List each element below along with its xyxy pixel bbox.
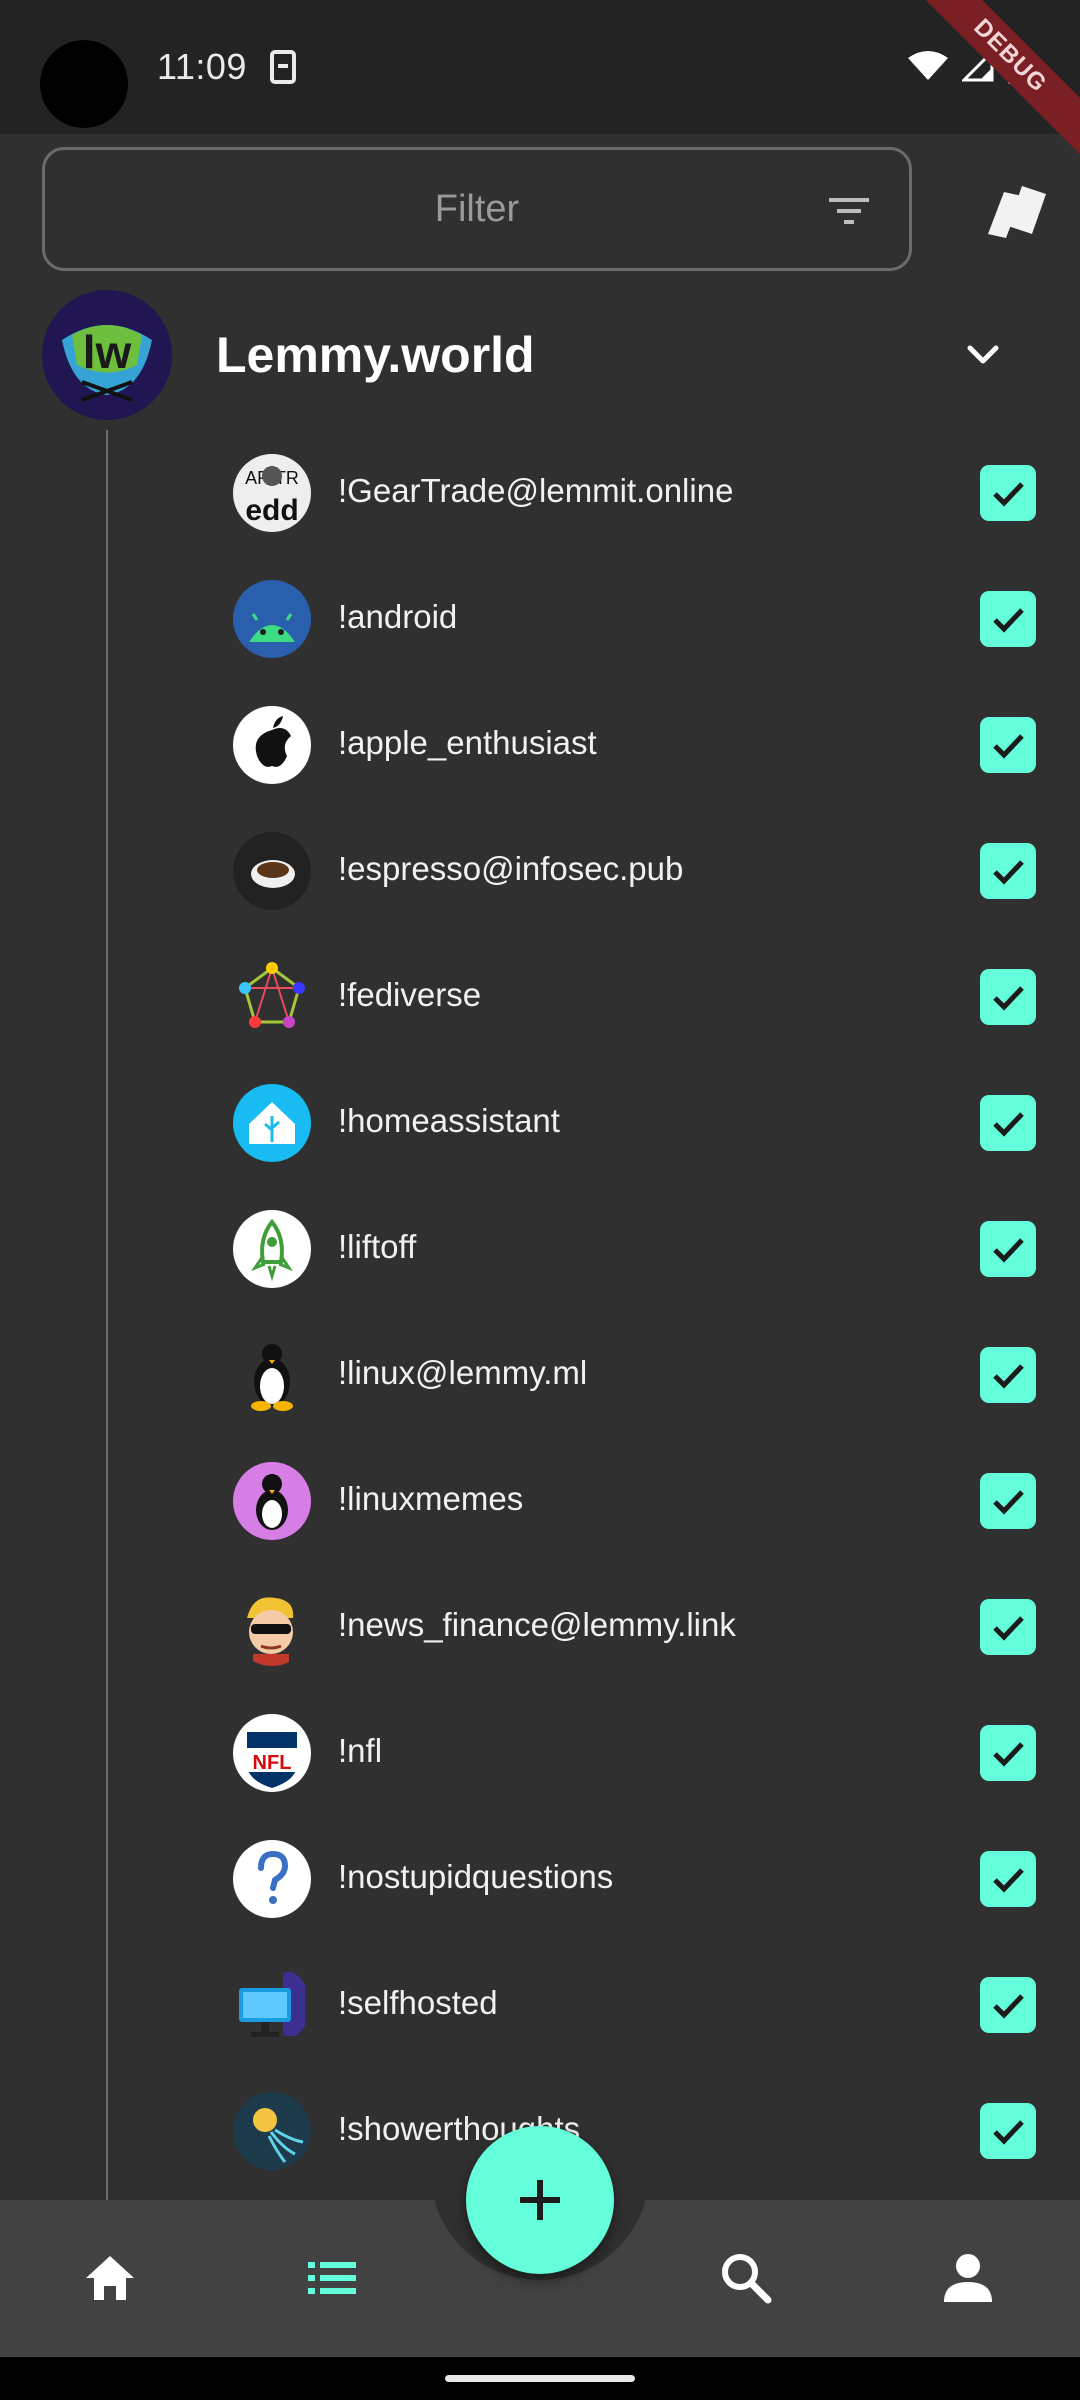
status-time: 11:09 xyxy=(157,46,247,87)
instance-name: Lemmy.world xyxy=(216,327,535,383)
checkbox[interactable] xyxy=(980,969,1036,1025)
lemmy-world-logo: lw xyxy=(42,290,172,420)
community-name: !nostupidquestions xyxy=(338,1858,614,1895)
showerthoughts-avatar xyxy=(233,2092,311,2170)
check-icon xyxy=(993,1490,1024,1515)
check-icon xyxy=(993,986,1024,1011)
list-item[interactable]: !android xyxy=(0,556,1080,682)
espresso-avatar xyxy=(233,832,311,910)
checkbox[interactable] xyxy=(980,1095,1036,1151)
camera-cutout xyxy=(40,40,128,128)
liftoff-avatar xyxy=(233,1210,311,1288)
check-icon xyxy=(993,1238,1024,1263)
community-name: !news_finance@lemmy.link xyxy=(338,1606,736,1643)
news-finance-avatar xyxy=(233,1588,311,1666)
list-item[interactable]: !selfhosted xyxy=(0,1942,1080,2068)
checkbox[interactable] xyxy=(980,465,1036,521)
community-name: !espresso@infosec.pub xyxy=(338,850,684,887)
check-icon xyxy=(993,1364,1024,1389)
community-name: !apple_enthusiast xyxy=(338,724,597,761)
check-icon xyxy=(993,1742,1024,1767)
add-button[interactable] xyxy=(466,2126,614,2274)
checkbox[interactable] xyxy=(980,1851,1036,1907)
status-bar: 11:09 DEBUG xyxy=(0,0,1080,163)
checkbox[interactable] xyxy=(980,1221,1036,1277)
community-name: !fediverse xyxy=(338,976,482,1013)
fediverse-avatar xyxy=(233,958,311,1036)
list-item[interactable]: !fediverse xyxy=(0,934,1080,1060)
chevron-down-icon[interactable] xyxy=(958,330,1008,380)
check-icon xyxy=(993,1868,1024,1893)
homeassistant-avatar xyxy=(233,1084,311,1162)
list-item[interactable]: AR TR edd !GearTrade@lemmit.online xyxy=(0,430,1080,556)
community-name: !linuxmemes xyxy=(338,1480,524,1517)
check-icon xyxy=(993,482,1024,507)
checkbox[interactable] xyxy=(980,591,1036,647)
home-icon[interactable] xyxy=(80,2248,140,2308)
svg-text:edd: edd xyxy=(245,494,298,527)
list-item[interactable]: !nostupidquestions xyxy=(0,1816,1080,1942)
gesture-handle[interactable] xyxy=(445,2375,635,2382)
check-icon xyxy=(993,860,1024,885)
instance-header[interactable]: lw Lemmy.world xyxy=(42,290,1052,420)
community-name: !android xyxy=(338,598,458,635)
question-avatar xyxy=(233,1840,311,1918)
checkbox[interactable] xyxy=(980,2103,1036,2159)
sim-icon xyxy=(270,50,296,84)
geartrade-avatar: AR TR edd xyxy=(233,454,311,532)
nfl-avatar: NFL xyxy=(233,1714,311,1792)
logo-text: lw xyxy=(83,326,132,378)
community-name: !liftoff xyxy=(338,1228,417,1265)
check-icon xyxy=(993,1616,1024,1641)
checkbox[interactable] xyxy=(980,1599,1036,1655)
check-icon xyxy=(993,1112,1024,1137)
check-icon xyxy=(993,2120,1024,2145)
checkbox[interactable] xyxy=(980,1473,1036,1529)
search-icon[interactable] xyxy=(716,2248,776,2308)
list-item[interactable]: !espresso@infosec.pub xyxy=(0,808,1080,934)
community-name: !linux@lemmy.ml xyxy=(338,1354,588,1391)
list-item[interactable]: !homeassistant xyxy=(0,1060,1080,1186)
cards-toggle-icon[interactable] xyxy=(982,178,1050,240)
wifi-icon xyxy=(908,51,948,80)
plus-icon xyxy=(520,2180,560,2220)
apple-avatar xyxy=(233,706,311,784)
filter-list-icon[interactable] xyxy=(829,196,869,226)
checkbox[interactable] xyxy=(980,843,1036,899)
check-icon xyxy=(993,1994,1024,2019)
linuxmemes-avatar xyxy=(233,1462,311,1540)
filter-field[interactable] xyxy=(42,147,912,271)
selfhosted-avatar xyxy=(233,1966,311,2044)
list-item[interactable]: !linuxmemes xyxy=(0,1438,1080,1564)
checkbox[interactable] xyxy=(980,717,1036,773)
check-icon xyxy=(993,734,1024,759)
community-name: !nfl xyxy=(338,1732,383,1769)
list-item[interactable]: NFL !nfl xyxy=(0,1690,1080,1816)
check-icon xyxy=(993,608,1024,633)
list-item[interactable]: !linux@lemmy.ml xyxy=(0,1312,1080,1438)
list-item[interactable]: !apple_enthusiast xyxy=(0,682,1080,808)
account-icon[interactable] xyxy=(938,2248,998,2308)
checkbox[interactable] xyxy=(980,1725,1036,1781)
community-name: !GearTrade@lemmit.online xyxy=(338,472,734,509)
list-item[interactable]: !liftoff xyxy=(0,1186,1080,1312)
list-icon[interactable] xyxy=(302,2248,362,2308)
filter-input[interactable] xyxy=(45,150,909,268)
list-item[interactable]: !news_finance@lemmy.link xyxy=(0,1564,1080,1690)
android-avatar xyxy=(233,580,311,658)
checkbox[interactable] xyxy=(980,1977,1036,2033)
checkbox[interactable] xyxy=(980,1347,1036,1403)
linux-avatar xyxy=(233,1336,311,1414)
community-name: !selfhosted xyxy=(338,1984,498,2021)
community-name: !homeassistant xyxy=(338,1102,560,1139)
svg-text:NFL: NFL xyxy=(253,1752,292,1774)
